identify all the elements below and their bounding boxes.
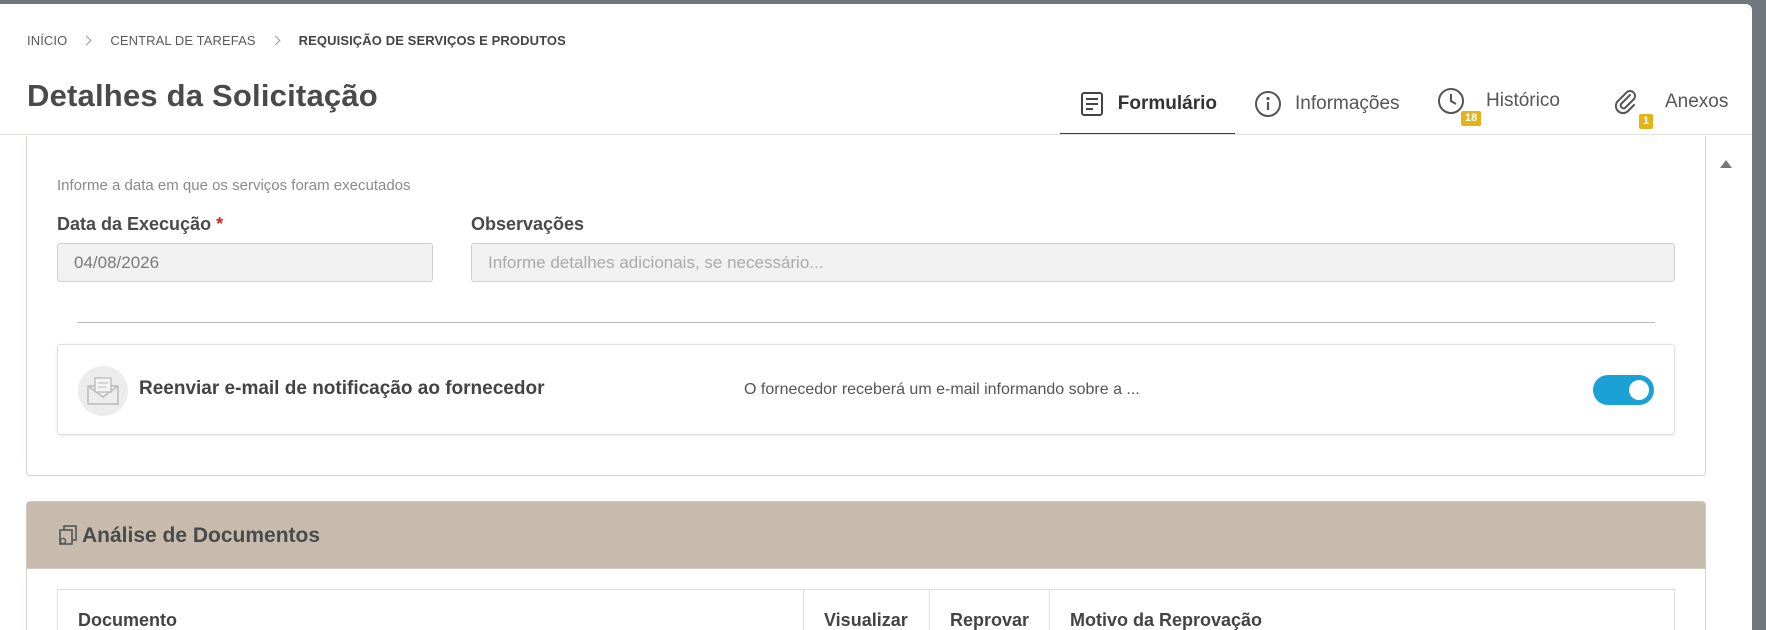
- tab-informacoes[interactable]: Informações: [1235, 74, 1418, 134]
- observations-label: Observações: [471, 214, 585, 234]
- paperclip-icon: 1: [1611, 87, 1654, 129]
- toggle-knob: [1629, 380, 1649, 400]
- window-edge: [1752, 0, 1766, 630]
- tab-anexos[interactable]: 1 Anexos: [1593, 74, 1752, 134]
- form-icon: [1078, 89, 1106, 119]
- column-documento: Documento: [58, 590, 804, 630]
- documents-section-header: Análise de Documentos: [26, 501, 1706, 569]
- tab-informacoes-label: Informações: [1295, 93, 1400, 114]
- scroll-up-arrow-icon[interactable]: [1720, 160, 1732, 168]
- column-reprovar: Reprovar: [930, 590, 1050, 630]
- tab-bar: Formulário Informações 18 Histórico 1 An…: [1060, 74, 1752, 135]
- execution-date-label: Data da Execução *: [57, 214, 224, 234]
- column-motivo-reprovacao: Motivo da Reprovação: [1070, 610, 1263, 630]
- breadcrumb-home[interactable]: INÍCIO: [27, 33, 67, 48]
- tab-formulario-label: Formulário: [1117, 93, 1217, 114]
- tab-formulario[interactable]: Formulário: [1060, 74, 1235, 135]
- form-hint: Informe a data em que os serviços foram …: [57, 177, 411, 194]
- history-count-badge: 18: [1461, 111, 1482, 126]
- tab-historico[interactable]: 18 Histórico: [1418, 74, 1593, 134]
- request-details-modal: INÍCIO CENTRAL DE TAREFAS REQUISIÇÃO DE …: [0, 4, 1752, 630]
- breadcrumb-current: REQUISIÇÃO DE SERVIÇOS E PRODUTOS: [298, 33, 566, 48]
- page-title: Detalhes da Solicitação: [27, 78, 378, 113]
- envelope-icon: [78, 366, 128, 416]
- resend-email-toggle[interactable]: [1593, 375, 1654, 405]
- breadcrumb-task-center[interactable]: CENTRAL DE TAREFAS: [110, 33, 255, 48]
- observations-input[interactable]: Informe detalhes adicionais, se necessár…: [471, 243, 1675, 282]
- chevron-right-icon: [81, 35, 92, 46]
- info-icon: [1253, 89, 1283, 119]
- tab-historico-label: Histórico: [1486, 90, 1560, 111]
- clock-icon: 18: [1436, 86, 1482, 126]
- tab-anexos-label: Anexos: [1665, 91, 1729, 112]
- resend-notification-row: Reenviar e-mail de notificação ao fornec…: [57, 344, 1675, 435]
- notification-description: O fornecedor receberá um e-mail informan…: [744, 381, 1140, 398]
- documents-table-header: Documento Visualizar Reprovar Motivo da …: [57, 589, 1675, 630]
- chevron-right-icon: [270, 35, 281, 46]
- column-visualizar: Visualizar: [804, 590, 930, 630]
- execution-date-input[interactable]: 04/08/2026: [57, 243, 433, 282]
- documents-icon: [57, 524, 79, 546]
- breadcrumb: INÍCIO CENTRAL DE TAREFAS REQUISIÇÃO DE …: [27, 33, 566, 48]
- documents-section-title: Análise de Documentos: [82, 524, 321, 547]
- header-divider: [0, 134, 1752, 135]
- required-asterisk: *: [216, 214, 224, 234]
- section-divider: [77, 322, 1655, 323]
- attachments-count-badge: 1: [1639, 114, 1654, 129]
- notification-title: Reenviar e-mail de notificação ao fornec…: [139, 378, 545, 399]
